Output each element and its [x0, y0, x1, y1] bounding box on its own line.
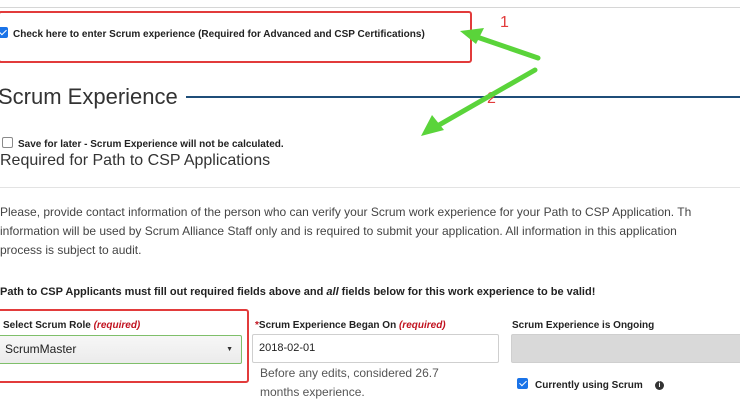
applicants-note-after: fields below for this work experience to… — [338, 286, 596, 298]
info-icon[interactable]: i — [655, 381, 664, 390]
save-for-later-label: Save for later - Scrum Experience will n… — [18, 139, 284, 150]
scrum-role-value: ScrumMaster — [5, 342, 77, 356]
currently-using-scrum-label: Currently using Scrum — [535, 380, 643, 391]
applicants-note: Path to CSP Applicants must fill out req… — [0, 286, 595, 298]
section-title-rule — [186, 96, 740, 98]
top-divider — [0, 7, 740, 8]
arrow-icon-2 — [421, 67, 538, 136]
ongoing-label: Scrum Experience is Ongoing — [512, 320, 655, 331]
began-on-label: *Scrum Experience Began On (required) — [255, 320, 446, 331]
save-for-later-checkbox[interactable] — [2, 137, 13, 148]
began-on-hint: Before any edits, considered 26.7 months… — [260, 366, 439, 399]
scrum-experience-checkbox-label: Check here to enter Scrum experience (Re… — [13, 29, 425, 40]
section-title: Scrum Experience — [0, 84, 178, 109]
began-on-input[interactable]: 2018-02-01 — [252, 334, 499, 363]
chevron-down-icon: ▼ — [226, 346, 233, 353]
began-on-value: 2018-02-01 — [259, 342, 316, 354]
callout-number-1: 1 — [500, 14, 509, 31]
applicants-note-emphasis: all — [326, 286, 339, 298]
instructions-line-2: information will be used by Scrum Allian… — [0, 224, 677, 238]
instructions-paragraph: Please, provide contact information of t… — [0, 203, 740, 260]
scrum-role-select[interactable]: ScrumMaster ▼ — [0, 335, 242, 364]
scrum-role-required: (required) — [93, 320, 141, 331]
instructions-line-1: Please, provide contact information of t… — [0, 205, 692, 219]
section-divider — [0, 187, 740, 188]
scrum-experience-checkbox[interactable] — [0, 27, 8, 38]
applicants-note-before: Path to CSP Applicants must fill out req… — [0, 286, 327, 298]
began-on-required: (required) — [398, 320, 446, 331]
instructions-line-3: process is subject to audit. — [0, 243, 142, 257]
callout-number-2: 2 — [487, 90, 496, 107]
scrum-role-label: Select Scrum Role (required) — [3, 320, 141, 331]
ongoing-field — [511, 334, 740, 363]
path-to-csp-subheading: Required for Path to CSP Applications — [0, 152, 271, 169]
currently-using-scrum-checkbox[interactable] — [517, 378, 528, 389]
